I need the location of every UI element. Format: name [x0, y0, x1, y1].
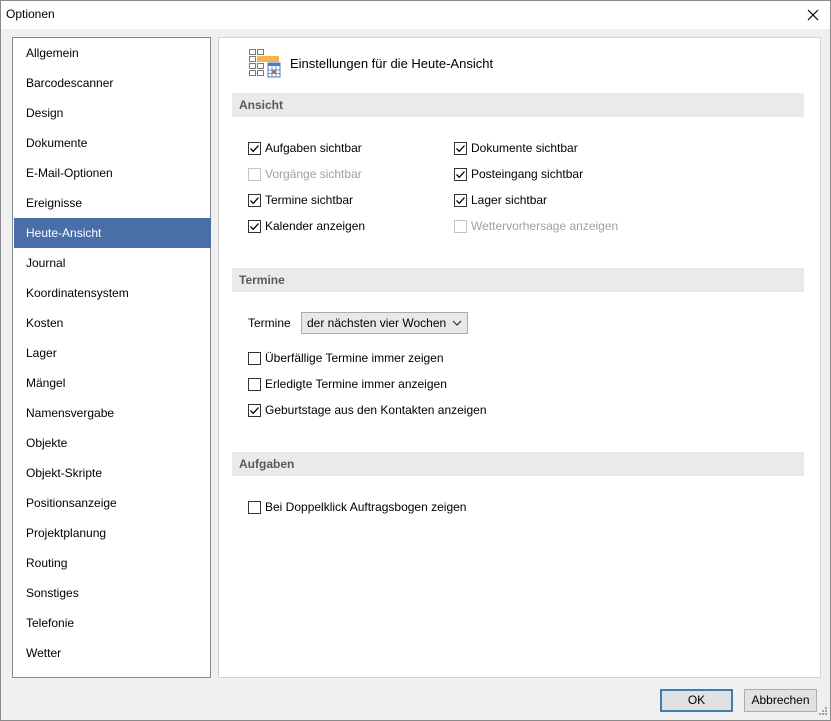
- panel-title: Einstellungen für die Heute-Ansicht: [290, 56, 494, 71]
- nav-item-email-optionen[interactable]: E-Mail-Optionen: [14, 158, 211, 188]
- ok-button[interactable]: OK: [660, 689, 733, 712]
- checkbox-ueberfaellige-termine[interactable]: Überfällige Termine immer zeigen: [248, 349, 444, 367]
- nav-item-allgemein[interactable]: Allgemein: [14, 38, 211, 68]
- checkbox-box[interactable]: [248, 403, 261, 417]
- checkbox-box[interactable]: [248, 500, 261, 514]
- section-header-aufgaben: Aufgaben: [232, 452, 804, 476]
- checkbox-box[interactable]: [248, 193, 261, 207]
- select-value: der nächsten vier Wochen: [307, 316, 447, 330]
- nav-item-objekt-skripte[interactable]: Objekt-Skripte: [14, 458, 211, 488]
- close-button[interactable]: [796, 1, 830, 29]
- nav-item-projektplanung[interactable]: Projektplanung: [14, 518, 211, 548]
- checkbox-doppelklick-auftragsbogen[interactable]: Bei Doppelklick Auftragsbogen zeigen: [248, 498, 466, 516]
- window-title: Optionen: [6, 7, 55, 21]
- options-category-list[interactable]: Allgemein Barcodescanner Design Dokument…: [12, 37, 211, 678]
- nav-item-maengel[interactable]: Mängel: [14, 368, 211, 398]
- nav-item-koordinatensystem[interactable]: Koordinatensystem: [14, 278, 211, 308]
- options-dialog: Optionen Allgemein Barcodescanner Design…: [0, 0, 831, 721]
- nav-item-dokumente[interactable]: Dokumente: [14, 128, 211, 158]
- nav-item-telefonie[interactable]: Telefonie: [14, 608, 211, 638]
- checkbox-wettervorhersage-anzeigen: Wettervorhersage anzeigen: [454, 217, 618, 235]
- nav-item-barcodescanner[interactable]: Barcodescanner: [14, 68, 211, 98]
- resize-grip-icon[interactable]: [816, 706, 828, 718]
- termine-range-select[interactable]: der nächsten vier Wochen: [301, 312, 468, 334]
- chevron-down-icon: [452, 320, 462, 326]
- nav-item-journal[interactable]: Journal: [14, 248, 211, 278]
- calendar-grid-icon: [249, 49, 281, 78]
- nav-item-wetter[interactable]: Wetter: [14, 638, 211, 668]
- nav-item-sonstiges[interactable]: Sonstiges: [14, 578, 211, 608]
- checkbox-aufgaben-sichtbar[interactable]: Aufgaben sichtbar: [248, 139, 362, 157]
- checkbox-box[interactable]: [454, 193, 467, 207]
- checkmark-icon: [456, 170, 465, 178]
- nav-item-objekte[interactable]: Objekte: [14, 428, 211, 458]
- close-icon: [807, 9, 819, 21]
- checkbox-erledigte-termine[interactable]: Erledigte Termine immer anzeigen: [248, 375, 447, 393]
- checkbox-termine-sichtbar[interactable]: Termine sichtbar: [248, 191, 353, 209]
- cancel-button[interactable]: Abbrechen: [744, 689, 817, 712]
- checkmark-icon: [456, 196, 465, 204]
- checkbox-geburtstage-anzeigen[interactable]: Geburtstage aus den Kontakten anzeigen: [248, 401, 487, 419]
- section-header-ansicht: Ansicht: [232, 93, 804, 117]
- checkmark-icon: [250, 406, 259, 414]
- checkbox-box[interactable]: [248, 219, 261, 233]
- checkmark-icon: [250, 196, 259, 204]
- checkbox-box: [248, 167, 261, 181]
- checkmark-icon: [250, 222, 259, 230]
- settings-panel: Einstellungen für die Heute-Ansicht Ansi…: [218, 37, 821, 678]
- checkbox-box: [454, 219, 467, 233]
- checkbox-box[interactable]: [454, 141, 467, 155]
- nav-item-ereignisse[interactable]: Ereignisse: [14, 188, 211, 218]
- checkbox-box[interactable]: [248, 377, 261, 391]
- checkbox-kalender-anzeigen[interactable]: Kalender anzeigen: [248, 217, 365, 235]
- nav-item-namensvergabe[interactable]: Namensvergabe: [14, 398, 211, 428]
- nav-item-kosten[interactable]: Kosten: [14, 308, 211, 338]
- section-header-termine: Termine: [232, 268, 804, 292]
- title-bar[interactable]: Optionen: [1, 1, 830, 29]
- nav-item-design[interactable]: Design: [14, 98, 211, 128]
- nav-item-lager[interactable]: Lager: [14, 338, 211, 368]
- checkmark-icon: [250, 144, 259, 152]
- checkbox-vorgaenge-sichtbar: Vorgänge sichtbar: [248, 165, 362, 183]
- nav-item-heute-ansicht[interactable]: Heute-Ansicht: [14, 218, 211, 248]
- termine-select-label: Termine: [248, 316, 291, 330]
- checkbox-posteingang-sichtbar[interactable]: Posteingang sichtbar: [454, 165, 583, 183]
- checkbox-lager-sichtbar[interactable]: Lager sichtbar: [454, 191, 547, 209]
- checkmark-icon: [456, 144, 465, 152]
- nav-item-positionsanzeige[interactable]: Positionsanzeige: [14, 488, 211, 518]
- checkbox-dokumente-sichtbar[interactable]: Dokumente sichtbar: [454, 139, 578, 157]
- nav-item-routing[interactable]: Routing: [14, 548, 211, 578]
- checkbox-box[interactable]: [248, 141, 261, 155]
- checkbox-box[interactable]: [454, 167, 467, 181]
- checkbox-box[interactable]: [248, 351, 261, 365]
